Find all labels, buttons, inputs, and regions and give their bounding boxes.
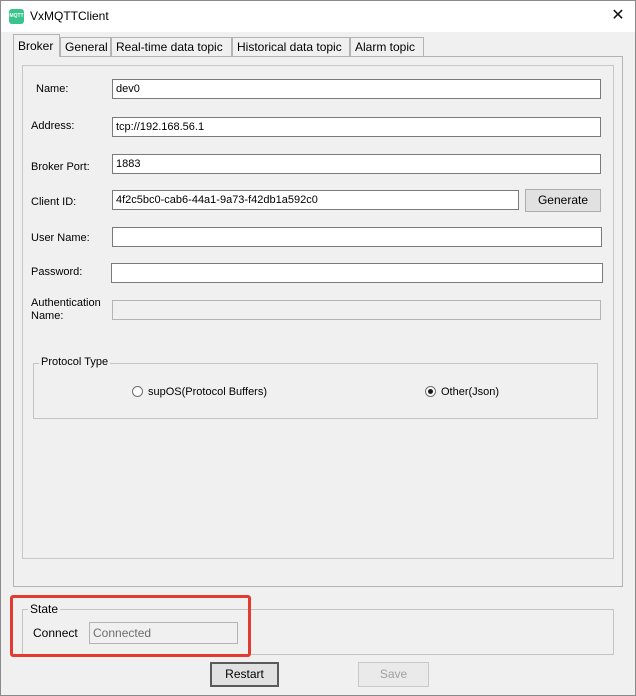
restart-button[interactable]: Restart bbox=[210, 662, 279, 687]
auth-name-input bbox=[112, 300, 601, 320]
broker-port-input[interactable]: 1883 bbox=[112, 154, 601, 174]
radio-supos-protocol-buffers[interactable] bbox=[132, 386, 143, 397]
tab-general[interactable]: General bbox=[60, 37, 111, 56]
address-label: Address: bbox=[31, 120, 75, 132]
client-id-label: Client ID: bbox=[31, 196, 77, 208]
auth-name-label-line1: Authentication bbox=[31, 297, 101, 309]
name-input[interactable]: dev0 bbox=[112, 79, 601, 99]
tab-historical-data-topic[interactable]: Historical data topic bbox=[232, 37, 350, 56]
radio-other-json[interactable] bbox=[425, 386, 436, 397]
mqtt-app-icon: MQTT bbox=[9, 9, 24, 24]
state-title: State bbox=[28, 602, 61, 616]
broker-port-label: Broker Port: bbox=[31, 161, 90, 173]
connect-label: Connect bbox=[33, 626, 78, 640]
tab-realtime-data-topic[interactable]: Real-time data topic bbox=[111, 37, 232, 56]
window-title: VxMQTTClient bbox=[30, 9, 109, 23]
user-name-label: User Name: bbox=[31, 232, 90, 244]
title-bar: MQTT VxMQTTClient ✕ bbox=[1, 1, 635, 32]
close-icon[interactable]: ✕ bbox=[601, 1, 635, 32]
name-label: Name: bbox=[36, 83, 69, 95]
user-name-input[interactable] bbox=[112, 227, 602, 247]
tab-broker[interactable]: Broker bbox=[13, 34, 60, 57]
radio-other-json-label[interactable]: Other(Json) bbox=[441, 386, 499, 398]
protocol-type-group bbox=[33, 363, 598, 419]
tab-alarm-topic[interactable]: Alarm topic bbox=[350, 37, 424, 56]
client-id-input[interactable]: 4f2c5bc0-cab6-44a1-9a73-f42db1a592c0 bbox=[112, 190, 519, 210]
radio-supos-label[interactable]: supOS(Protocol Buffers) bbox=[148, 386, 267, 398]
auth-name-label-line2: Name: bbox=[31, 310, 64, 322]
protocol-type-title: Protocol Type bbox=[39, 356, 111, 368]
generate-button[interactable]: Generate bbox=[525, 189, 601, 212]
connect-status-field: Connected bbox=[89, 622, 238, 644]
app-window: MQTT VxMQTTClient ✕ Broker General Real-… bbox=[0, 0, 636, 696]
password-label: Password: bbox=[31, 266, 83, 278]
password-input[interactable] bbox=[111, 263, 603, 283]
save-button: Save bbox=[358, 662, 429, 687]
address-input[interactable]: tcp://192.168.56.1 bbox=[112, 117, 601, 137]
